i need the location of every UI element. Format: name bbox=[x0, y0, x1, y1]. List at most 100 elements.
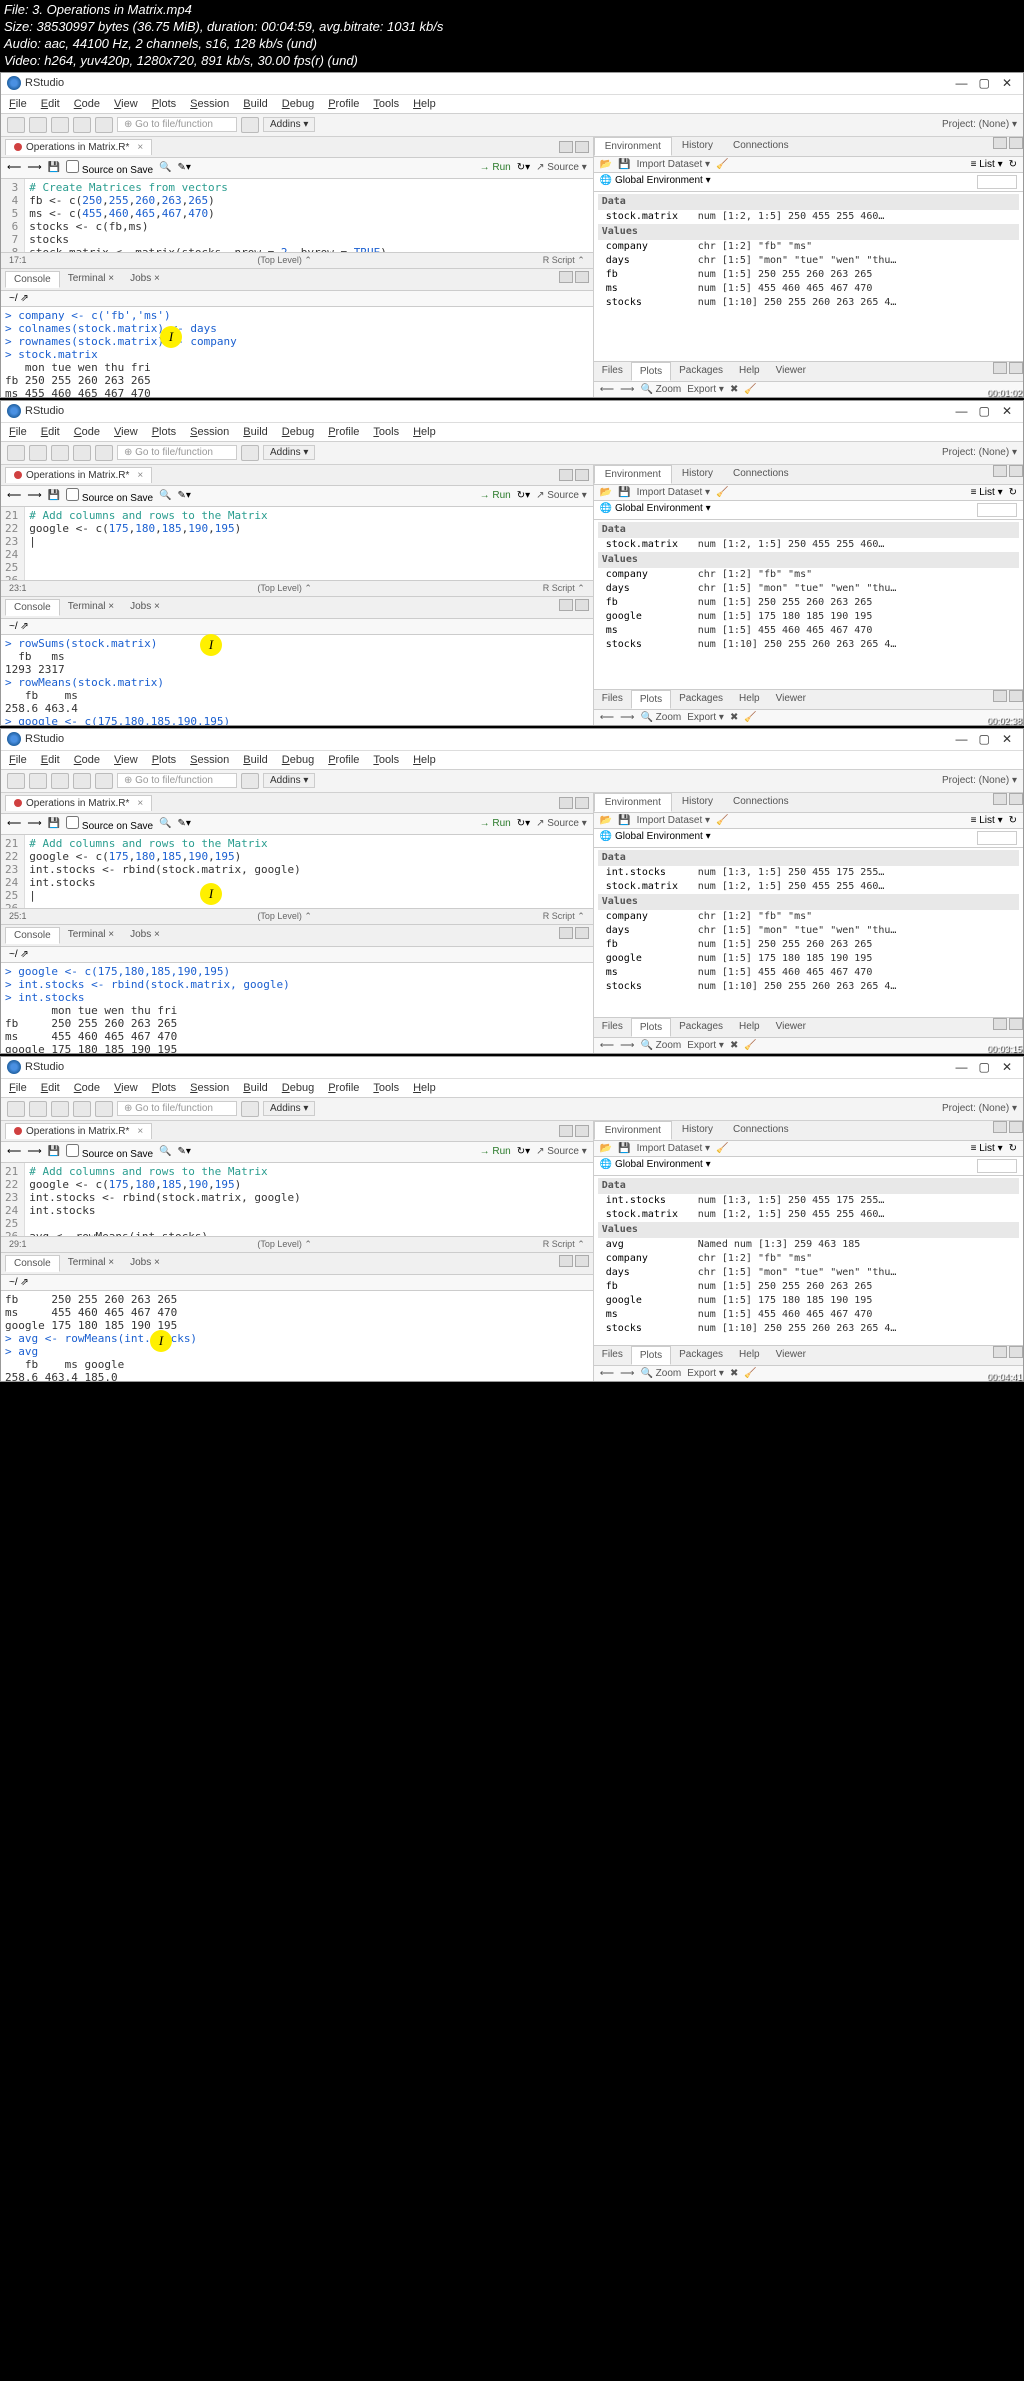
bottom-tab-0[interactable]: Files bbox=[594, 1018, 631, 1037]
print-icon[interactable] bbox=[95, 773, 113, 789]
list-view-dropdown[interactable]: ≡ List ▾ bbox=[971, 487, 1003, 498]
import-dataset-button[interactable]: Import Dataset ▾ bbox=[637, 487, 710, 498]
save-all-icon[interactable] bbox=[73, 117, 91, 133]
console-tab-0[interactable]: Console bbox=[5, 599, 60, 616]
back-icon[interactable]: ⟵ bbox=[7, 818, 21, 829]
file-tab[interactable]: Operations in Matrix.R*× bbox=[5, 139, 152, 155]
env-tab-0[interactable]: Environment bbox=[594, 1121, 672, 1140]
pane-max-icon[interactable] bbox=[1009, 362, 1023, 374]
menu-session[interactable]: Session bbox=[190, 1082, 229, 1094]
new-file-icon[interactable] bbox=[7, 1101, 25, 1117]
menu-profile[interactable]: Profile bbox=[328, 426, 359, 438]
menu-debug[interactable]: Debug bbox=[282, 754, 314, 766]
code-content[interactable]: # Add columns and rows to the Matrix goo… bbox=[25, 835, 593, 908]
save-all-icon[interactable] bbox=[73, 1101, 91, 1117]
open-file-icon[interactable] bbox=[29, 1101, 47, 1117]
menu-profile[interactable]: Profile bbox=[328, 754, 359, 766]
wand-icon[interactable]: ✎▾ bbox=[178, 490, 191, 501]
pane-max-icon[interactable] bbox=[1009, 1018, 1023, 1030]
env-tab-2[interactable]: Connections bbox=[723, 793, 799, 812]
broom-icon[interactable]: 🧹 bbox=[716, 1143, 728, 1154]
menu-profile[interactable]: Profile bbox=[328, 1082, 359, 1094]
remove-plot-icon[interactable]: ✖ bbox=[730, 1368, 738, 1379]
pane-min-icon[interactable] bbox=[559, 1255, 573, 1267]
project-selector[interactable]: Project: (None) ▾ bbox=[942, 119, 1017, 130]
env-row[interactable]: dayschr [1:5] "mon" "tue" "wen" "thu… bbox=[598, 254, 1019, 268]
close-button[interactable]: ✕ bbox=[997, 404, 1017, 418]
env-row[interactable]: companychr [1:2] "fb" "ms" bbox=[598, 568, 1019, 582]
pane-min-icon[interactable] bbox=[993, 690, 1007, 702]
bottom-tab-1[interactable]: Plots bbox=[631, 1018, 671, 1037]
env-tab-2[interactable]: Connections bbox=[723, 137, 799, 156]
save-source-icon[interactable]: 💾 bbox=[48, 1146, 60, 1157]
menu-plots[interactable]: Plots bbox=[152, 426, 176, 438]
console-tab-2[interactable]: Jobs × bbox=[122, 927, 168, 944]
save-icon[interactable] bbox=[51, 773, 69, 789]
list-view-dropdown[interactable]: ≡ List ▾ bbox=[971, 815, 1003, 826]
grid-icon[interactable] bbox=[241, 117, 259, 133]
menu-edit[interactable]: Edit bbox=[41, 754, 60, 766]
pane-max-icon[interactable] bbox=[575, 1255, 589, 1267]
env-search-input[interactable] bbox=[977, 831, 1017, 845]
env-row[interactable]: msnum [1:5] 455 460 465 467 470 bbox=[598, 966, 1019, 980]
open-file-icon[interactable] bbox=[29, 773, 47, 789]
menu-debug[interactable]: Debug bbox=[282, 98, 314, 110]
pane-min-icon[interactable] bbox=[559, 1125, 573, 1137]
env-row[interactable]: msnum [1:5] 455 460 465 467 470 bbox=[598, 1308, 1019, 1322]
code-content[interactable]: # Add columns and rows to the Matrix goo… bbox=[25, 507, 593, 580]
env-row[interactable]: stock.matrixnum [1:2, 1:5] 250 455 255 4… bbox=[598, 1208, 1019, 1222]
remove-plot-icon[interactable]: ✖ bbox=[730, 384, 738, 395]
env-row[interactable]: googlenum [1:5] 175 180 185 190 195 bbox=[598, 1294, 1019, 1308]
save-all-icon[interactable] bbox=[73, 773, 91, 789]
back-icon[interactable]: ⟵ bbox=[7, 490, 21, 501]
zoom-button[interactable]: 🔍 Zoom bbox=[640, 712, 681, 723]
print-icon[interactable] bbox=[95, 1101, 113, 1117]
titlebar[interactable]: RStudio — ▢ ✕ bbox=[1, 729, 1023, 751]
bottom-tab-3[interactable]: Help bbox=[731, 690, 768, 709]
addins-dropdown[interactable]: Addins ▾ bbox=[263, 117, 315, 132]
pane-max-icon[interactable] bbox=[1009, 137, 1023, 149]
export-dropdown[interactable]: Export ▾ bbox=[687, 384, 724, 395]
save-source-icon[interactable]: 💾 bbox=[48, 162, 60, 173]
bottom-tab-3[interactable]: Help bbox=[731, 1346, 768, 1365]
clear-plots-icon[interactable]: 🧹 bbox=[744, 712, 756, 723]
titlebar[interactable]: RStudio — ▢ ✕ bbox=[1, 73, 1023, 95]
env-row[interactable]: companychr [1:2] "fb" "ms" bbox=[598, 910, 1019, 924]
env-row[interactable]: companychr [1:2] "fb" "ms" bbox=[598, 1252, 1019, 1266]
bottom-tab-0[interactable]: Files bbox=[594, 362, 631, 381]
tab-close-icon[interactable]: × bbox=[137, 470, 143, 481]
tab-close-icon[interactable]: × bbox=[137, 798, 143, 809]
console-output[interactable]: > company <- c('fb','ms') > colnames(sto… bbox=[1, 307, 593, 397]
goto-file-input[interactable]: ⊕ Go to file/function bbox=[117, 1101, 237, 1116]
console-output[interactable]: > google <- c(175,180,185,190,195) > int… bbox=[1, 963, 593, 1053]
menu-tools[interactable]: Tools bbox=[373, 1082, 399, 1094]
pane-min-icon[interactable] bbox=[993, 362, 1007, 374]
titlebar[interactable]: RStudio — ▢ ✕ bbox=[1, 401, 1023, 423]
save-env-icon[interactable]: 💾 bbox=[618, 159, 630, 170]
bottom-tab-4[interactable]: Viewer bbox=[768, 1346, 814, 1365]
pane-max-icon[interactable] bbox=[575, 599, 589, 611]
bottom-tab-1[interactable]: Plots bbox=[631, 362, 671, 381]
maximize-button[interactable]: ▢ bbox=[974, 404, 994, 418]
load-icon[interactable]: 📂 bbox=[600, 159, 612, 170]
scope-selector[interactable]: (Top Level) ⌃ bbox=[257, 583, 312, 594]
clear-plots-icon[interactable]: 🧹 bbox=[744, 384, 756, 395]
env-tab-0[interactable]: Environment bbox=[594, 465, 672, 484]
addins-dropdown[interactable]: Addins ▾ bbox=[263, 445, 315, 460]
bottom-tab-2[interactable]: Packages bbox=[671, 690, 731, 709]
env-search-input[interactable] bbox=[977, 503, 1017, 517]
remove-plot-icon[interactable]: ✖ bbox=[730, 712, 738, 723]
wand-icon[interactable]: ✎▾ bbox=[178, 818, 191, 829]
menu-session[interactable]: Session bbox=[190, 426, 229, 438]
wand-icon[interactable]: ✎▾ bbox=[178, 1146, 191, 1157]
menu-tools[interactable]: Tools bbox=[373, 98, 399, 110]
env-row[interactable]: stocksnum [1:10] 250 255 260 263 265 4… bbox=[598, 1322, 1019, 1336]
menu-session[interactable]: Session bbox=[190, 98, 229, 110]
menu-tools[interactable]: Tools bbox=[373, 426, 399, 438]
pane-max-icon[interactable] bbox=[575, 797, 589, 809]
env-row[interactable]: googlenum [1:5] 175 180 185 190 195 bbox=[598, 610, 1019, 624]
fwd-icon[interactable]: ⟶ bbox=[27, 162, 41, 173]
console-tab-0[interactable]: Console bbox=[5, 927, 60, 944]
fwd-icon[interactable]: ⟶ bbox=[27, 1146, 41, 1157]
plot-fwd-icon[interactable]: ⟶ bbox=[620, 712, 634, 723]
